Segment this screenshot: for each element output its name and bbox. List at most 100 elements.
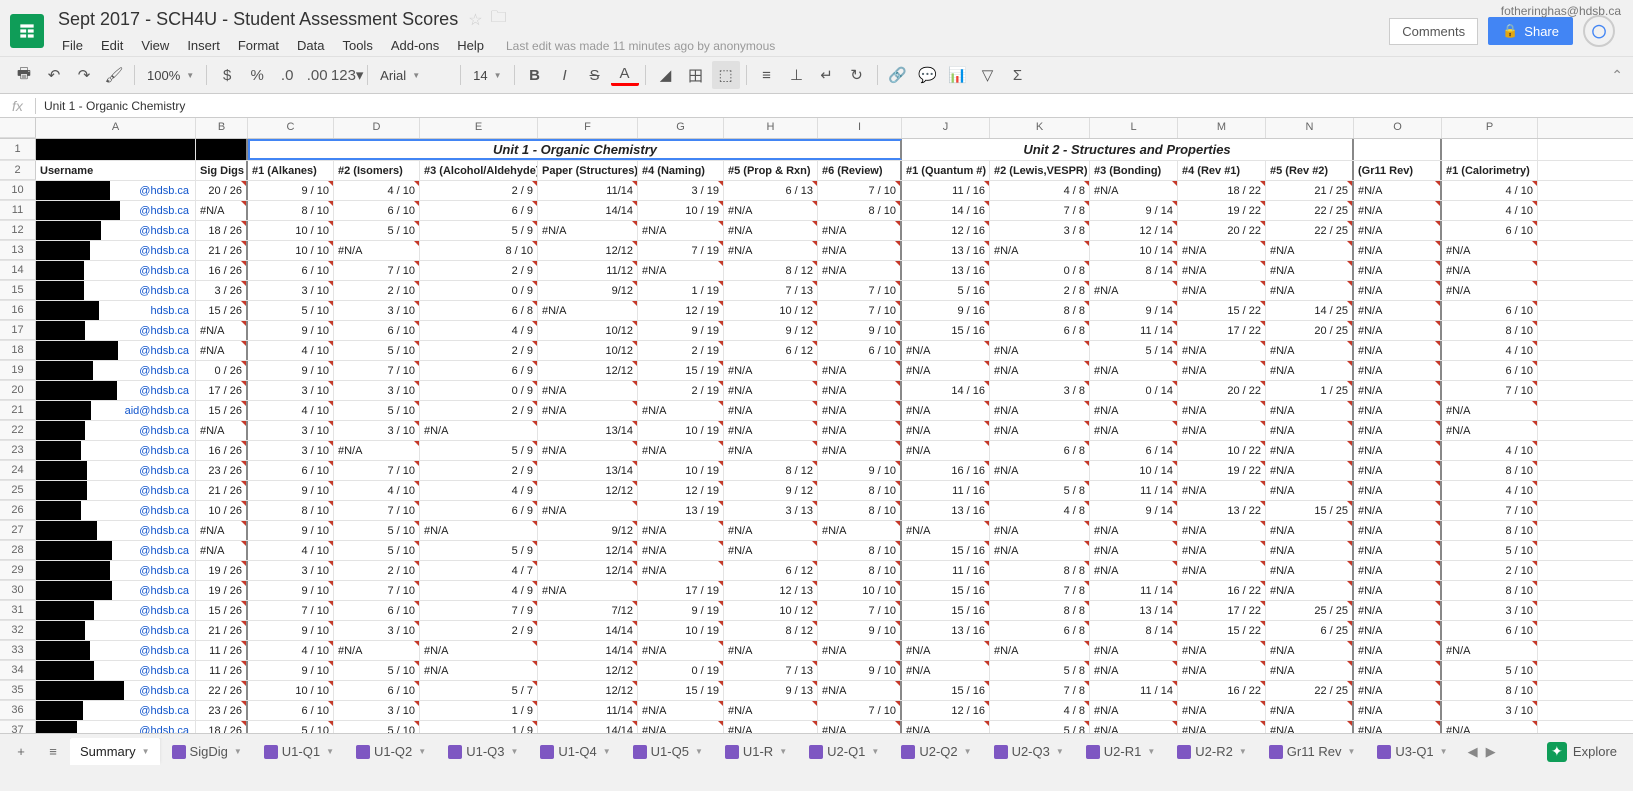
col-header-G[interactable]: G bbox=[638, 118, 724, 138]
cell[interactable]: 5 / 9 bbox=[420, 541, 538, 560]
cell[interactable]: 6 / 10 bbox=[334, 681, 420, 700]
cell[interactable]: 7 / 8 bbox=[990, 201, 1090, 220]
cell[interactable]: 5 / 10 bbox=[334, 661, 420, 680]
cell[interactable]: 19 / 26 bbox=[196, 581, 248, 600]
cell[interactable]: #N/A bbox=[1266, 721, 1354, 733]
username-cell[interactable]: @hdsb.ca bbox=[36, 481, 196, 500]
menu-insert[interactable]: Insert bbox=[179, 35, 228, 56]
cell[interactable]: 8 / 10 bbox=[1442, 681, 1538, 700]
cell[interactable]: #N/A bbox=[902, 341, 990, 360]
explore-button[interactable]: ✦Explore bbox=[1537, 738, 1627, 766]
cell[interactable]: 25 / 25 bbox=[1266, 601, 1354, 620]
cell[interactable]: #N/A bbox=[1178, 241, 1266, 260]
cell[interactable]: 2 / 19 bbox=[638, 341, 724, 360]
cell[interactable]: 17 / 22 bbox=[1178, 601, 1266, 620]
cell[interactable]: #N/A bbox=[1354, 561, 1442, 580]
cell[interactable]: #N/A bbox=[1266, 581, 1354, 600]
cell[interactable]: 6 / 10 bbox=[248, 701, 334, 720]
cell[interactable]: 0 / 14 bbox=[1090, 381, 1178, 400]
chart-icon[interactable]: 📊 bbox=[944, 61, 972, 89]
cell[interactable]: #N/A bbox=[1354, 581, 1442, 600]
menu-edit[interactable]: Edit bbox=[93, 35, 131, 56]
cell[interactable]: 10 / 14 bbox=[1090, 461, 1178, 480]
cell[interactable]: #N/A bbox=[818, 241, 902, 260]
cell[interactable]: 6 / 8 bbox=[990, 621, 1090, 640]
sheet-tab-u2-r2[interactable]: U2-R2▼ bbox=[1167, 738, 1257, 765]
column-header-L[interactable]: #3 (Bonding) bbox=[1090, 161, 1178, 180]
row-header[interactable]: 15 bbox=[0, 281, 36, 300]
cell[interactable]: 6 / 10 bbox=[248, 261, 334, 280]
cell[interactable]: 8 / 14 bbox=[1090, 621, 1178, 640]
cell[interactable]: 4 / 10 bbox=[248, 341, 334, 360]
col-header-A[interactable]: A bbox=[36, 118, 196, 138]
cell[interactable]: 11 / 16 bbox=[902, 561, 990, 580]
cell[interactable]: 2 / 9 bbox=[420, 621, 538, 640]
cell[interactable]: #N/A bbox=[990, 341, 1090, 360]
cell[interactable]: 3 / 8 bbox=[990, 221, 1090, 240]
cell[interactable]: 4 / 10 bbox=[1442, 341, 1538, 360]
cell[interactable]: 15 / 16 bbox=[902, 581, 990, 600]
cell[interactable]: 8 / 10 bbox=[818, 501, 902, 520]
col-header-E[interactable]: E bbox=[420, 118, 538, 138]
cell[interactable]: #N/A bbox=[1354, 541, 1442, 560]
cell[interactable]: #N/A bbox=[902, 721, 990, 733]
cell[interactable]: #N/A bbox=[1354, 681, 1442, 700]
cell[interactable]: 5 / 10 bbox=[334, 541, 420, 560]
cell[interactable]: #N/A bbox=[990, 461, 1090, 480]
cell[interactable]: #N/A bbox=[1178, 661, 1266, 680]
cell[interactable]: 13 / 16 bbox=[902, 621, 990, 640]
cell[interactable]: 10 / 19 bbox=[638, 201, 724, 220]
cell[interactable]: 5 / 10 bbox=[334, 401, 420, 420]
cell[interactable]: #N/A bbox=[1354, 241, 1442, 260]
expand-toolbar-icon[interactable]: ⌃ bbox=[1611, 67, 1623, 84]
cell[interactable]: 9 / 19 bbox=[638, 321, 724, 340]
cell[interactable]: #N/A bbox=[1090, 541, 1178, 560]
cell[interactable]: 12/12 bbox=[538, 361, 638, 380]
cell[interactable]: #N/A bbox=[196, 541, 248, 560]
cell[interactable]: #N/A bbox=[724, 201, 818, 220]
cell[interactable]: 15 / 16 bbox=[902, 681, 990, 700]
row-header[interactable]: 27 bbox=[0, 521, 36, 540]
cell[interactable]: #N/A bbox=[1178, 401, 1266, 420]
cell[interactable]: #N/A bbox=[724, 641, 818, 660]
cell[interactable]: #N/A bbox=[1354, 481, 1442, 500]
tab-next-icon[interactable]: ▶ bbox=[1486, 744, 1496, 760]
cell[interactable]: 9 / 10 bbox=[248, 661, 334, 680]
cell[interactable]: 16 / 16 bbox=[902, 461, 990, 480]
username-cell[interactable]: @hdsb.ca bbox=[36, 461, 196, 480]
increase-decimal-icon[interactable]: .00 bbox=[303, 61, 331, 89]
cell[interactable]: #N/A bbox=[1354, 281, 1442, 300]
row-header[interactable]: 25 bbox=[0, 481, 36, 500]
cell[interactable]: 20 / 25 bbox=[1266, 321, 1354, 340]
cell[interactable]: #N/A bbox=[1090, 661, 1178, 680]
cell[interactable]: 18 / 26 bbox=[196, 721, 248, 733]
cell[interactable]: #N/A bbox=[538, 301, 638, 320]
cell[interactable]: 16 / 26 bbox=[196, 441, 248, 460]
cell[interactable]: #N/A bbox=[638, 721, 724, 733]
cell[interactable]: #N/A bbox=[1266, 401, 1354, 420]
cell[interactable]: #N/A bbox=[1442, 401, 1538, 420]
cell[interactable]: 8 / 10 bbox=[1442, 461, 1538, 480]
filter-icon[interactable]: ▽ bbox=[974, 61, 1002, 89]
username-cell[interactable]: @hdsb.ca bbox=[36, 641, 196, 660]
sheets-logo-icon[interactable] bbox=[10, 14, 44, 48]
star-icon[interactable]: ☆ bbox=[468, 10, 482, 30]
last-edit-text[interactable]: Last edit was made 11 minutes ago by ano… bbox=[506, 39, 775, 53]
cell[interactable]: #N/A bbox=[990, 541, 1090, 560]
cell[interactable]: 11/14 bbox=[538, 701, 638, 720]
cell[interactable]: 4 / 10 bbox=[248, 401, 334, 420]
cell[interactable]: #N/A bbox=[1266, 441, 1354, 460]
cell[interactable]: #N/A bbox=[1178, 281, 1266, 300]
cell[interactable]: #N/A bbox=[724, 381, 818, 400]
username-cell[interactable]: @hdsb.ca bbox=[36, 221, 196, 240]
undo-icon[interactable]: ↶ bbox=[40, 61, 68, 89]
cell[interactable]: 0 / 26 bbox=[196, 361, 248, 380]
cell[interactable]: 10 / 22 bbox=[1178, 441, 1266, 460]
cell[interactable]: 5 / 10 bbox=[248, 721, 334, 733]
cell[interactable]: 10 / 12 bbox=[724, 301, 818, 320]
cell[interactable]: #N/A bbox=[1178, 361, 1266, 380]
cell[interactable]: 10/12 bbox=[538, 321, 638, 340]
cell[interactable]: 3 / 8 bbox=[990, 381, 1090, 400]
cell[interactable]: 10 / 14 bbox=[1090, 241, 1178, 260]
text-color-icon[interactable]: A bbox=[611, 64, 639, 86]
